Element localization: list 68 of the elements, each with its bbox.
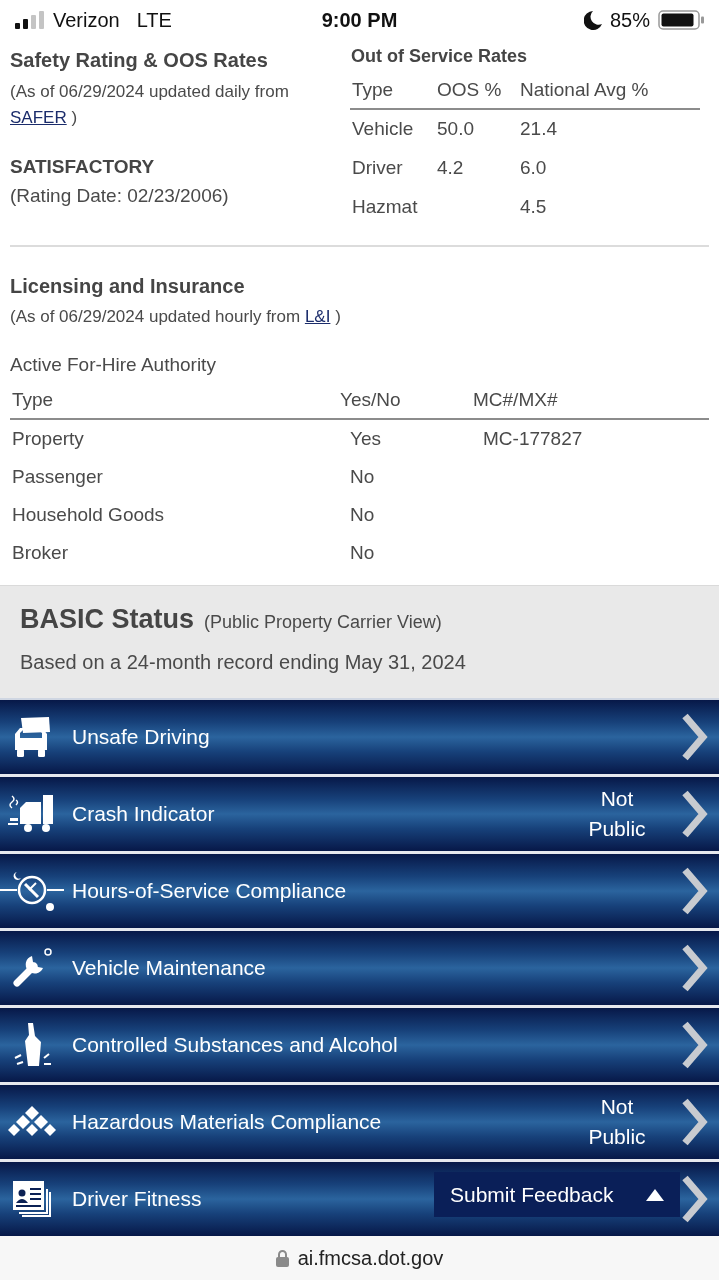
table-cell: Yes	[350, 427, 381, 449]
lock-icon	[275, 1249, 289, 1267]
li-link[interactable]: L&I	[304, 307, 331, 326]
table-cell: 50.0	[437, 118, 474, 140]
table-cell-text: Property	[12, 426, 85, 451]
carrier-name: Verizon	[53, 8, 120, 33]
basic-category-button[interactable]: Vehicle Maintenance	[0, 931, 719, 1008]
submit-feedback-button[interactable]: Submit Feedback	[434, 1172, 680, 1217]
car-icon	[12, 717, 52, 757]
basic-category-button[interactable]: Controlled Substances and Alcohol	[0, 1008, 719, 1085]
table-cell-text: 21.4	[520, 117, 558, 142]
column-header: OOS %	[437, 77, 503, 102]
column-header: MC#/MX#	[473, 387, 559, 412]
wrench-icon	[12, 948, 52, 988]
id-cards-icon	[11, 1179, 53, 1219]
chevron-right-icon	[680, 1097, 708, 1147]
table-title: Out of Service Rates	[350, 45, 529, 68]
gauge-icon	[0, 870, 64, 912]
table-cell: No	[350, 541, 375, 563]
table-cell: MC-177827	[483, 427, 583, 449]
moon-icon	[583, 10, 602, 30]
safer-link[interactable]: SAFER	[10, 108, 67, 127]
table-title: Active For-Hire Authority	[10, 353, 217, 377]
basic-category-button[interactable]: Hours-of-Service Compliance	[0, 854, 719, 931]
section-title: Licensing and Insurance	[10, 274, 246, 299]
triangle-up-icon	[646, 1188, 664, 1201]
battery-percent: 85%	[609, 8, 650, 33]
clock-time: 9:00 PM	[321, 8, 398, 33]
table-cell-text: 4.5	[520, 195, 548, 220]
chevron-right-icon	[680, 1020, 708, 1070]
rating-date: (Rating Date: 02/23/2006)	[10, 184, 230, 208]
column-header: Type	[12, 387, 55, 412]
status-text: Not Public	[587, 1094, 647, 1150]
section-subtitle: (Public Property Carrier View)	[204, 611, 442, 634]
safety-rating: SATISFACTORY	[10, 155, 156, 179]
column-header: National Avg %	[520, 77, 650, 102]
basic-category-button[interactable]: Unsafe Driving	[0, 700, 719, 777]
table-cell-text: Driver	[352, 156, 404, 181]
chevron-right-icon	[680, 1174, 708, 1224]
section-title: Safety Rating & OOS Rates	[10, 48, 269, 73]
chevron-right-icon	[680, 943, 708, 993]
table-cell: No	[350, 465, 375, 487]
basic-category-button[interactable]: Hazardous Materials Compliance Not Public	[0, 1085, 719, 1162]
table-cell: No	[350, 503, 375, 525]
table-cell-text: Passenger	[12, 464, 104, 489]
update-note: (As of 06/29/2024 updated hourly from L&I )	[10, 306, 342, 328]
table-cell: 4.2	[437, 157, 464, 179]
record-note: Based on a 24-month record ending May 31, 2024	[20, 650, 467, 675]
network-type: LTE	[136, 8, 172, 33]
table-cell-text: Household Goods	[12, 502, 166, 527]
diamonds-icon	[8, 1106, 56, 1138]
update-note: (As of 06/29/2024 updated daily from SAFER )	[10, 81, 290, 129]
section-title: BASIC Status	[20, 603, 195, 636]
basic-category-button[interactable]: Crash Indicator Not Public	[0, 777, 719, 854]
battery-icon	[658, 10, 704, 30]
chevron-right-icon	[680, 789, 708, 839]
table-cell-text: Hazmat	[352, 195, 419, 220]
table-cell-text: Vehicle	[352, 117, 415, 142]
column-header: Type	[352, 77, 395, 102]
table-cell-text: Broker	[12, 540, 69, 565]
column-header: Yes/No	[340, 387, 402, 412]
signal-icon	[15, 11, 44, 29]
url-bar[interactable]: ai.fmcsa.dot.gov	[0, 1236, 719, 1280]
chevron-right-icon	[680, 866, 708, 916]
chevron-right-icon	[680, 712, 708, 762]
table-cell-text: 6.0	[520, 156, 548, 181]
truck-icon	[8, 794, 56, 834]
status-text: Not Public	[587, 786, 647, 842]
